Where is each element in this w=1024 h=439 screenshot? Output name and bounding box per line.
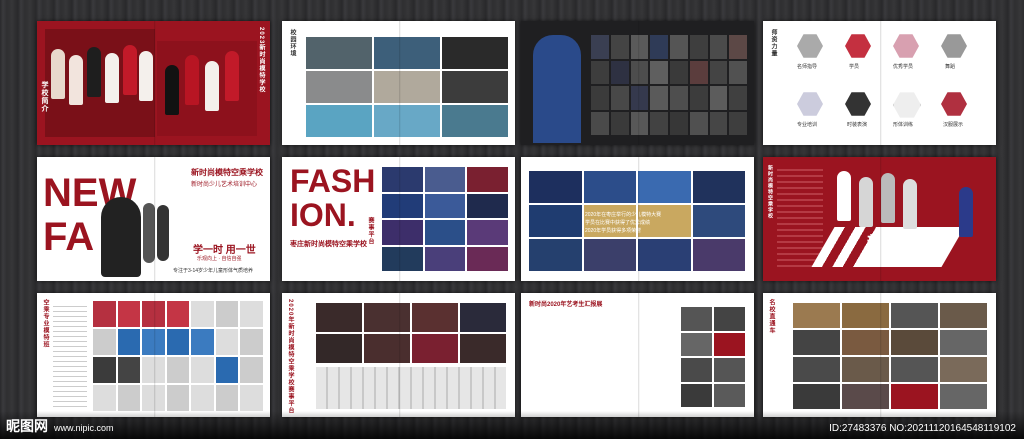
slogan-main: 学一时 用一世: [193, 245, 256, 256]
title-fash: FASH: [290, 163, 376, 199]
hex-photo-1: [797, 34, 823, 58]
spread-campus: 校园环境: [282, 21, 515, 145]
showcase-photo-grid: [681, 307, 745, 407]
hex-photo-2: [845, 34, 871, 58]
student-portrait-grid: [93, 301, 263, 411]
hex-photo-4: [941, 34, 967, 58]
spread-new-fashion: NEW FA 新时尚模特空乘学校 新时尚少儿艺术培训中心 学一时 用一世 乐观向…: [37, 157, 270, 281]
showcase-title: 新时尚2020年艺考生汇报展: [529, 302, 603, 308]
hex-label-2: 学员: [849, 64, 860, 70]
nipic-logo: 昵图网 www.nipic.com: [6, 416, 114, 436]
spread-new-fashion-red: 新时尚模特空乘学校 新时尚: [763, 157, 996, 281]
hex-label-8: 汉服展示: [943, 122, 964, 128]
spread-fashion-competition: FASH ION. 枣庄新时尚模特空乘学校 赛事平台: [282, 157, 515, 281]
spread-teachers: [521, 21, 754, 145]
kid-photo-1: [143, 203, 155, 263]
faculty-title: 师资力量: [770, 29, 776, 57]
models-photo: [157, 41, 257, 136]
spread-faculty-hex: 师资力量 名师指导 学员 优秀学员 舞蹈 专业培训 时装表演 形体训练 汉服展示: [763, 21, 996, 145]
logo-text: 昵图网: [6, 418, 48, 434]
image-id: ID:27483376 NO:20211120164548119102: [829, 423, 1016, 434]
event-photo-grid: [316, 303, 506, 363]
text-column: [777, 167, 823, 267]
campus-photo-grid: [306, 37, 508, 137]
certificate-grid: [316, 367, 506, 409]
hex-label-6: 时装表演: [847, 122, 868, 128]
campus-title: 校园环境: [289, 29, 295, 57]
spread-school-intro: 2023新时尚模特学校 学校简介: [37, 21, 270, 145]
teacher-portrait: [533, 35, 581, 143]
university-photo-grid: [793, 303, 987, 409]
hex-photo-5: [797, 92, 823, 116]
side-text: 新时尚模特空乘学校: [767, 165, 773, 219]
result-note-2: 学员在比赛中获得了优异成绩: [585, 220, 651, 226]
result-note-3: 2020年学员获得多项荣誉: [585, 228, 642, 234]
spread-footer: 专注于3-14岁少年儿童形体气质培养: [173, 268, 254, 274]
spread-competition-platform: 2020年新时尚模特空乘学校赛事平台: [282, 293, 515, 417]
school-name: 新时尚模特空乘学校: [191, 168, 263, 177]
spread-art-exam-showcase: 新时尚2020年艺考生汇报展: [521, 293, 754, 417]
platform-title: 2020年新时尚模特空乘学校赛事平台: [287, 299, 293, 415]
result-note-1: 2020年在枣庄举行的少儿模特大赛: [585, 212, 662, 218]
hex-label-1: 名师指导: [797, 64, 818, 70]
hex-label-5: 专业培训: [797, 122, 818, 128]
brochure-grid: 2023新时尚模特学校 学校简介 校园环境 师资力量 名师指导 学员 优秀学员 …: [0, 0, 1024, 439]
new-fashion-tag: 新时尚: [867, 235, 916, 252]
slogan-sub: 乐观向上 · 自信自强: [197, 256, 242, 262]
university-title: 名校直通车: [768, 299, 774, 334]
hex-label-7: 形体训练: [893, 122, 914, 128]
hex-photo-8: [941, 92, 967, 116]
group-photo: [45, 29, 155, 137]
gown-photo: [101, 197, 141, 277]
kid-photo-2: [157, 205, 169, 261]
class-title: 空乘专业模特班: [42, 299, 48, 348]
watermark-bar: 昵图网 www.nipic.com ID:27483376 NO:20211120…: [0, 411, 1024, 439]
hex-photo-3: [893, 34, 919, 58]
school-caption: 枣庄新时尚模特空乘学校: [290, 241, 367, 248]
title-fa: FA: [43, 215, 95, 259]
hex-photo-7: [893, 92, 921, 118]
title-ion: ION.: [290, 197, 356, 233]
spread-university-track: 名校直通车: [763, 293, 996, 417]
spread-competition-results: 2020年在枣庄举行的少儿模特大赛 学员在比赛中获得了优异成绩 2020年学员获…: [521, 157, 754, 281]
spread-flight-attendant-class: 空乘专业模特班: [37, 293, 270, 417]
platform-label: 赛事平台: [367, 217, 373, 245]
intro-label: 学校简介: [41, 81, 48, 113]
results-photo-grid: [529, 171, 745, 271]
student-list: [53, 303, 87, 407]
hex-photo-6: [845, 92, 871, 116]
competition-photo-grid: [382, 167, 508, 271]
teacher-photo-grid: [591, 35, 747, 135]
school-subname: 新时尚少儿艺术培训中心: [191, 182, 258, 188]
hex-label-4: 舞蹈: [945, 64, 956, 70]
hex-label-3: 优秀学员: [893, 64, 914, 70]
site-url: www.nipic.com: [54, 423, 114, 433]
side-title: 2023新时尚模特学校: [258, 27, 264, 94]
